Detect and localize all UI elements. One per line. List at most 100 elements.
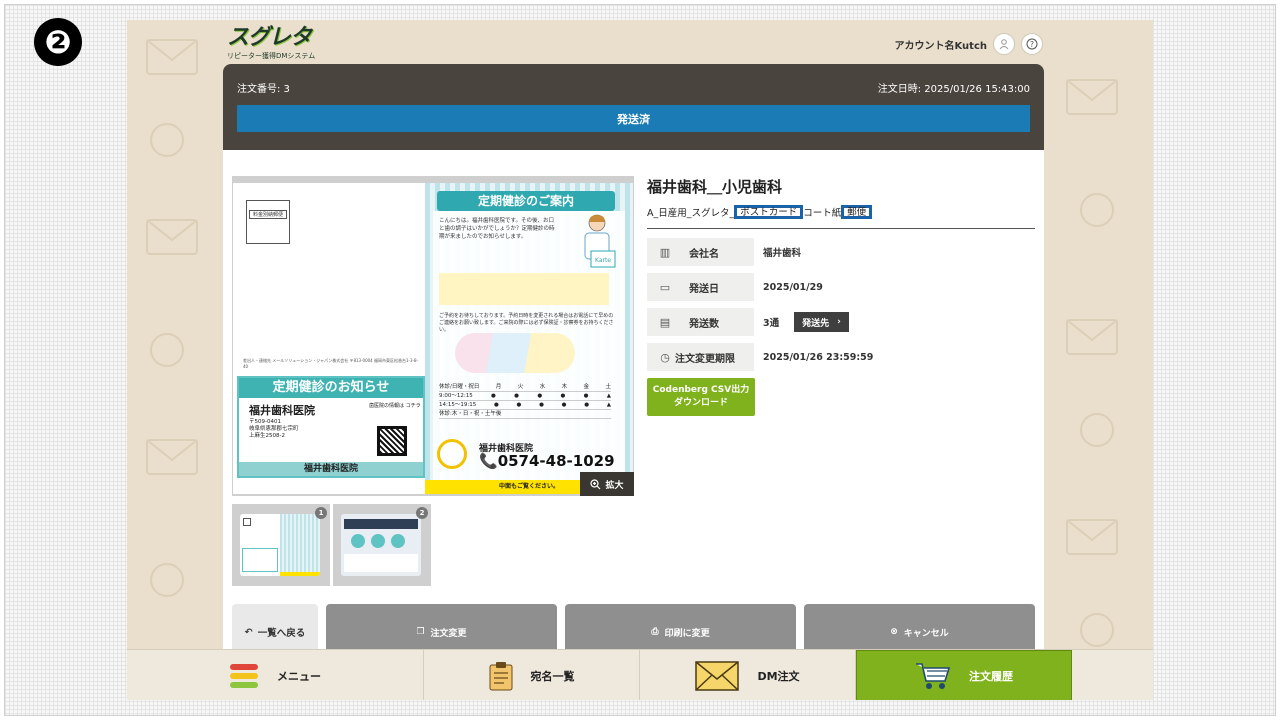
timetable-cell: ● (491, 393, 496, 399)
info-label-text: 発送日 (689, 283, 719, 295)
info-label-text: 発送数 (689, 318, 719, 330)
envelope-icon (695, 660, 740, 691)
timetable-cell: ● (584, 402, 590, 408)
zoom-label: 拡大 (605, 480, 624, 491)
nav-menu[interactable]: メニュー (127, 650, 424, 700)
thumbnail-front[interactable]: 1 (232, 504, 330, 586)
sender-text: 差出人・連絡先 メールソリューション・ジャパン株式会社 〒813-0004 福岡… (243, 358, 418, 369)
postcard-image: 料金別納郵便 差出人・連絡先 メールソリューション・ジャパン株式会社 〒813-… (233, 183, 633, 494)
timetable-cell: 火 (517, 384, 524, 390)
tooth-logo-icon (437, 439, 467, 469)
info-value: 福井歯科 (763, 245, 801, 259)
destinations-button[interactable]: 発送先 › (794, 312, 849, 332)
clock-icon: ◷ (660, 350, 670, 364)
order-header: 注文番号: 3 注文日時: 2025/01/26 15:43:00 発送済 (223, 64, 1044, 150)
info-label: ▥ 会社名 (647, 238, 754, 266)
brand-logo[interactable]: スグレタ リピーター獲得DMシステム (227, 26, 317, 62)
zoom-in-icon (590, 478, 601, 489)
csv-button-line2: ダウンロード (673, 398, 728, 408)
destinations-label: 発送先 (802, 318, 830, 329)
timetable-cell: ● (493, 402, 499, 408)
timetable-cell: ● (514, 393, 519, 399)
order-change-label: 注文変更 (430, 628, 467, 639)
info-label-text: 会社名 (689, 248, 719, 260)
timetable-cell: 土 (605, 384, 611, 390)
info-value: 3通 発送先 › (763, 312, 849, 332)
info-value-text: 2025/01/26 23:59:59 (763, 351, 874, 363)
postcard-preview[interactable]: 料金別納郵便 差出人・連絡先 メールソリューション・ジャパン株式会社 〒813-… (232, 176, 634, 496)
nav-order-history[interactable]: 注文履歴 (856, 650, 1072, 700)
stamp-label: 料金別納郵便 (249, 210, 287, 219)
product-prefix: A_日産用_スグレタ_ (647, 208, 735, 219)
nav-address-list-label: 宛名一覧 (530, 669, 575, 683)
clipboard-icon (489, 661, 512, 690)
info-row-ship-count: ▤ 発送数 3通 発送先 › (647, 308, 849, 336)
message-clinic-block: 福井歯科医院 📞0574-48-1029 (437, 439, 617, 473)
timetable-cell: 木 (561, 384, 568, 390)
timetable-cell: 金 (583, 384, 590, 390)
timetable-cell: 14:15〜19:15 (439, 402, 477, 408)
order-number: 注文番号: 3 (237, 84, 290, 95)
message-text: こんにちは。福井歯科医院です。その後、お口と歯の調子はいかがでしょうか？定期健診… (439, 218, 555, 240)
info-label: ▤ 発送数 (647, 308, 754, 336)
timetable-cell: ▲ (606, 402, 611, 408)
cancel-circle-icon: ⊗ (890, 627, 898, 637)
timetable-row: 休診/日曜・祝日 月 火 水 木 金 土 (439, 383, 611, 392)
notice-title: 定期健診のお知らせ (239, 378, 423, 398)
product-delivery-highlight: 郵便 (841, 205, 873, 219)
notice-foot: 福井歯科医院 (239, 462, 423, 476)
info-row-change-deadline: ◷ 注文変更期限 2025/01/26 23:59:59 (647, 343, 873, 371)
nav-dm-order[interactable]: DM注文 (640, 650, 856, 700)
csv-download-button[interactable]: Codenberg CSV出力 ダウンロード (647, 378, 755, 416)
message-clinic-tel-number: 0574-48-1029 (497, 452, 615, 470)
message-clinic-tel: 📞0574-48-1029 (479, 452, 615, 470)
help-icon[interactable]: ? (1021, 33, 1043, 55)
thumbnail-back[interactable]: 2 (333, 504, 431, 586)
change-to-print-label: 印刷に変更 (664, 628, 710, 639)
message-text-secondary: ご予約をお待ちしております。予約日時を変更される場合はお電話にて早めのご連絡をお… (439, 313, 614, 333)
cancel-label: キャンセル (903, 628, 949, 639)
logo-text: スグレタ (227, 25, 312, 50)
bottom-nav: メニュー 宛名一覧 DM注文 注文履歴 (127, 649, 1153, 700)
info-value-text: 2025/01/29 (763, 281, 823, 293)
product-paper: コート紙 (803, 208, 842, 219)
postcard-address-side: 料金別納郵便 差出人・連絡先 メールソリューション・ジャパン株式会社 〒813-… (233, 183, 425, 494)
menu-icon (230, 663, 258, 688)
thumbnail-number: 2 (416, 507, 428, 519)
timetable-cell: ▲ (606, 393, 611, 399)
thumbnail-image (240, 514, 320, 576)
message-title: 定期健診のご案内 (437, 191, 615, 211)
nav-menu-label: メニュー (277, 669, 321, 683)
building-icon: ▥ (659, 245, 671, 259)
calendar-icon: ▭ (659, 280, 671, 294)
order-card: 注文番号: 3 注文日時: 2025/01/26 15:43:00 発送済 料金… (223, 64, 1044, 700)
user-icon[interactable] (993, 33, 1015, 55)
notice-box: 定期健診のお知らせ 福井歯科医院 〒509-0401 岐阜県恵那郡七宗町 上麻生… (237, 376, 425, 478)
csv-button-line1: Codenberg CSV出力 (652, 385, 750, 395)
timetable-cell: ● (516, 402, 522, 408)
info-label: ◷ 注文変更期限 (647, 343, 754, 371)
stamp-box: 料金別納郵便 (246, 200, 290, 244)
timetable-cell: 休診/日曜・祝日 (439, 384, 480, 390)
qr-code (377, 426, 407, 456)
back-label: 一覧へ戻る (257, 628, 306, 639)
timetable-row: 14:15〜19:15 ● ● ● ● ● ▲ (439, 401, 611, 410)
info-label: ▭ 発送日 (647, 273, 754, 301)
timetable-cell: 月 (495, 384, 502, 390)
timetable-row: 休診:木・日・祝・土午後 (439, 410, 611, 419)
timetable-row: 9:00〜12:15 ● ● ● ● ● ▲ (439, 392, 611, 401)
toothbrush-illustration (455, 333, 575, 373)
info-label-text: 注文変更期限 (675, 353, 735, 365)
svg-text:?: ? (1030, 40, 1034, 49)
timetable: 休診/日曜・祝日 月 火 水 木 金 土 9:00〜12:15 ● ● ● ● ● ▲ 14:15〜19… (439, 383, 611, 419)
chevron-right-icon: › (837, 317, 841, 327)
notice-side-text: 歯医院の情報は コチラ (369, 403, 421, 409)
logo-tagline: リピーター獲得DMシステム (227, 52, 316, 60)
divider (647, 228, 1035, 229)
product-line: A_日産用_スグレタ_ ポストカード コート紙 郵便 (647, 205, 873, 219)
timetable-cell: ● (537, 393, 543, 399)
document-icon: ▤ (659, 315, 671, 329)
nav-address-list[interactable]: 宛名一覧 (424, 650, 640, 700)
zoom-button[interactable]: 拡大 (580, 472, 634, 496)
product-type-highlight: ポストカード (734, 205, 804, 219)
